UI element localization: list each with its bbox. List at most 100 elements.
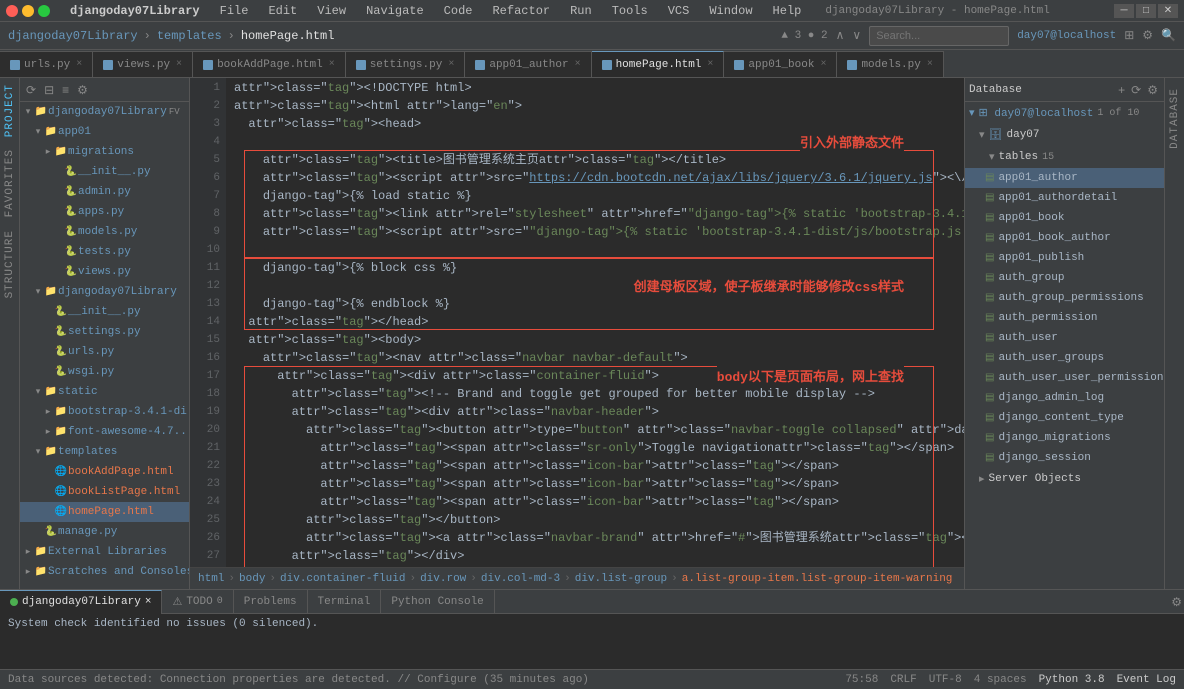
bottom-tab-terminal[interactable]: Terminal xyxy=(308,590,382,614)
db-table-item-app01_book[interactable]: ▤ app01_book xyxy=(965,208,1164,228)
tree-item-tests.py[interactable]: 🐍tests.py xyxy=(20,242,189,262)
tree-item-__init__.py[interactable]: 🐍__init__.py xyxy=(20,302,189,322)
tab-homePage-html[interactable]: homePage.html× xyxy=(592,51,725,77)
breadcrumb-item-6[interactable]: a.list-group-item.list-group-item-warnin… xyxy=(682,573,953,585)
menu-window[interactable]: Window xyxy=(705,4,756,18)
tree-item-models.py[interactable]: 🐍models.py xyxy=(20,222,189,242)
minimize-button[interactable] xyxy=(22,5,34,17)
tab-bookAddPage-html[interactable]: bookAddPage.html× xyxy=(193,51,346,77)
tab-models-py[interactable]: models.py× xyxy=(837,51,943,77)
tree-item-bookListPage.html[interactable]: 🌐bookListPage.html xyxy=(20,482,189,502)
tab-close-icon[interactable]: × xyxy=(575,59,581,70)
structure-sidebar-label[interactable]: Structure xyxy=(1,224,19,304)
event-log[interactable]: Event Log xyxy=(1117,674,1176,686)
db-table-item-app01_author[interactable]: ▤ app01_author xyxy=(965,168,1164,188)
breadcrumb-item-3[interactable]: div.row xyxy=(420,573,466,585)
tree-item-bootstrap-3.4.1-di...[interactable]: ▸📁bootstrap-3.4.1-di... xyxy=(20,402,189,422)
menu-navigate[interactable]: Navigate xyxy=(362,4,428,18)
tree-item-templates[interactable]: ▾📁templates xyxy=(20,442,189,462)
breadcrumb-item-4[interactable]: div.col-md-3 xyxy=(481,573,560,585)
tab-app01_book[interactable]: app01_book× xyxy=(724,51,837,77)
tree-item-__init__.py[interactable]: 🐍__init__.py xyxy=(20,162,189,182)
tree-item-urls.py[interactable]: 🐍urls.py xyxy=(20,342,189,362)
db-table-item-auth_user_groups[interactable]: ▤ auth_user_groups xyxy=(965,348,1164,368)
db-icon[interactable]: ⊞ xyxy=(1124,28,1134,43)
db-tables-section[interactable]: ▾tables 15 xyxy=(965,146,1164,168)
db-table-item-app01_publish[interactable]: ▤ app01_publish xyxy=(965,248,1164,268)
tree-item-static[interactable]: ▾📁static xyxy=(20,382,189,402)
code-content[interactable]: attr">class="tag"><!DOCTYPE html>attr">c… xyxy=(226,78,964,567)
tree-item-djangoday07Library[interactable]: ▾📁djangoday07LibraryFV xyxy=(20,102,189,122)
tree-item-views.py[interactable]: 🐍views.py xyxy=(20,262,189,282)
breadcrumb-file[interactable]: homePage.html xyxy=(241,29,335,43)
db-table-item-app01_book_author[interactable]: ▤ app01_book_author xyxy=(965,228,1164,248)
tree-item-wsgi.py[interactable]: 🐍wsgi.py xyxy=(20,362,189,382)
db-new-btn[interactable]: + xyxy=(1116,81,1127,99)
menu-file[interactable]: File xyxy=(216,4,253,18)
breadcrumb-item-1[interactable]: body xyxy=(239,573,265,585)
db-table-item-django_admin_log[interactable]: ▤ django_admin_log xyxy=(965,388,1164,408)
python-version[interactable]: Python 3.8 xyxy=(1039,674,1105,686)
bottom-tab-problems[interactable]: Problems xyxy=(234,590,308,614)
tree-item-manage.py[interactable]: 🐍manage.py xyxy=(20,522,189,542)
tree-item-app01[interactable]: ▾📁app01 xyxy=(20,122,189,142)
menu-code[interactable]: Code xyxy=(440,4,477,18)
chevron-up-icon[interactable]: ∧ xyxy=(836,28,845,43)
db-table-item-app01_authordetail[interactable]: ▤ app01_authordetail xyxy=(965,188,1164,208)
menu-tools[interactable]: Tools xyxy=(608,4,652,18)
breadcrumb-folder[interactable]: templates xyxy=(157,29,222,43)
breadcrumb-item-0[interactable]: html xyxy=(198,573,224,585)
tree-item-settings.py[interactable]: 🐍settings.py xyxy=(20,322,189,342)
db-table-item-auth_permission[interactable]: ▤ auth_permission xyxy=(965,308,1164,328)
tab-close-icon[interactable]: × xyxy=(927,59,933,70)
db-connection-row[interactable]: ▾⊞ day07@localhost1 of 10 xyxy=(965,102,1164,124)
code-scroll-area[interactable]: 引入外部静态文件 创建母板区域，使子板继承时能够修改css样式 body以下是页… xyxy=(226,78,964,567)
tree-item-apps.py[interactable]: 🐍apps.py xyxy=(20,202,189,222)
sidebar-gear-btn[interactable]: ⚙ xyxy=(75,81,90,99)
settings-icon[interactable]: ⚙ xyxy=(1142,28,1153,43)
tab-settings-py[interactable]: settings.py× xyxy=(346,51,466,77)
db-table-item-auth_group[interactable]: ▤ auth_group xyxy=(965,268,1164,288)
tab-app01_author[interactable]: app01_author× xyxy=(465,51,591,77)
win-minimize[interactable]: ─ xyxy=(1114,4,1134,18)
win-close[interactable]: ✕ xyxy=(1158,4,1178,18)
db-server-objects-row[interactable]: ▸Server Objects xyxy=(965,468,1164,490)
db-table-item-django_migrations[interactable]: ▤ django_migrations xyxy=(965,428,1164,448)
sidebar-collapse-btn[interactable]: ⊟ xyxy=(42,81,56,99)
tab-views-py[interactable]: views.py× xyxy=(93,51,193,77)
menu-run[interactable]: Run xyxy=(566,4,596,18)
project-sidebar-label[interactable]: Project xyxy=(1,78,19,143)
tab-close-icon[interactable]: × xyxy=(76,59,82,70)
tab-close-icon[interactable]: × xyxy=(707,59,713,70)
tab-urls-py[interactable]: urls.py× xyxy=(0,51,93,77)
db-table-item-auth_user[interactable]: ▤ auth_user xyxy=(965,328,1164,348)
tree-item-homePage.html[interactable]: 🌐homePage.html xyxy=(20,502,189,522)
menu-edit[interactable]: Edit xyxy=(264,4,301,18)
tree-item-admin.py[interactable]: 🐍admin.py xyxy=(20,182,189,202)
bottom-tab-run[interactable]: djangoday07Library× xyxy=(0,590,162,614)
db-table-item-auth_group_permissions[interactable]: ▤ auth_group_permissions xyxy=(965,288,1164,308)
tab-close-icon[interactable]: × xyxy=(448,59,454,70)
db-table-item-django_session[interactable]: ▤ django_session xyxy=(965,448,1164,468)
search-icon[interactable]: 🔍 xyxy=(1161,28,1176,43)
menu-refactor[interactable]: Refactor xyxy=(488,4,554,18)
bottom-settings-btn[interactable]: ⚙ xyxy=(1169,593,1184,611)
tab-close-icon[interactable]: × xyxy=(329,59,335,70)
menu-view[interactable]: View xyxy=(313,4,350,18)
breadcrumb-item-2[interactable]: div.container-fluid xyxy=(280,573,405,585)
tree-item-External-Libraries[interactable]: ▸📁External Libraries xyxy=(20,542,189,562)
tab-close-icon[interactable]: × xyxy=(176,59,182,70)
tree-item-font-awesome-4.7...[interactable]: ▸📁font-awesome-4.7... xyxy=(20,422,189,442)
search-input[interactable] xyxy=(869,26,1009,46)
breadcrumb-item-5[interactable]: div.list-group xyxy=(575,573,667,585)
sidebar-settings-btn[interactable]: ≡ xyxy=(60,81,71,99)
db-table-item-django_content_type[interactable]: ▤ django_content_type xyxy=(965,408,1164,428)
bottom-tab-todo[interactable]: ⚠ TODO 0 xyxy=(162,590,233,614)
tree-item-bookAddPage.html[interactable]: 🌐bookAddPage.html xyxy=(20,462,189,482)
db-schema-row[interactable]: ▾🗄day07 xyxy=(965,124,1164,146)
chevron-down-icon[interactable]: ∨ xyxy=(852,28,861,43)
sidebar-sync-btn[interactable]: ⟳ xyxy=(24,81,38,99)
db-connection[interactable]: day07@localhost xyxy=(1017,30,1116,42)
db-settings-btn[interactable]: ⚙ xyxy=(1145,81,1160,99)
menu-help[interactable]: Help xyxy=(769,4,806,18)
